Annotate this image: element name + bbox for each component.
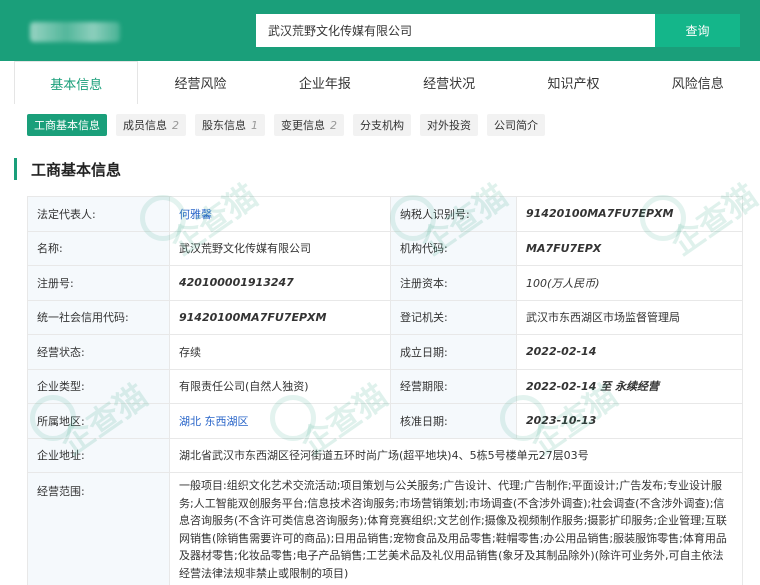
table-row: 经营范围: 一般项目:组织文化艺术交流活动;项目策划与公关服务;广告设计、代理;…: [27, 472, 743, 585]
table-row: 经营状态: 存续 成立日期: 2022-02-14: [27, 334, 743, 370]
subtab-branches[interactable]: 分支机构: [353, 114, 411, 136]
reg-no-label: 注册号:: [27, 265, 170, 301]
subtab-shareholders[interactable]: 股东信息 1: [195, 114, 265, 136]
reg-authority-value: 武汉市东西湖区市场监督管理局: [516, 299, 743, 335]
sub-tabs: 工商基本信息 成员信息 2 股东信息 1 变更信息 2 分支机构 对外投资 公司简介: [27, 114, 545, 138]
scope-value: 一般项目:组织文化艺术交流活动;项目策划与公关服务;广告设计、代理;广告制作;平…: [169, 472, 743, 585]
org-code-label: 机构代码:: [390, 230, 517, 266]
credit-code-label: 统一社会信用代码:: [27, 299, 170, 335]
region-value[interactable]: 湖北 东西湖区: [169, 403, 391, 439]
legal-rep-label: 法定代表人:: [27, 196, 170, 232]
approval-date-label: 核准日期:: [390, 403, 517, 439]
name-value: 武汉荒野文化传媒有限公司: [169, 230, 391, 266]
business-info-table: 法定代表人: 何雅馨 纳税人识别号: 91420100MA7FU7EPXM 名称…: [27, 196, 743, 585]
term-value: 2022-02-14 至 永续经营: [516, 368, 743, 404]
address-label: 企业地址:: [27, 437, 170, 473]
reg-no-text: 420100001913247: [179, 276, 294, 290]
tab-basic-info[interactable]: 基本信息: [14, 61, 139, 104]
credit-code-text: 91420100MA7FU7EPXM: [179, 310, 327, 324]
org-code-value: MA7FU7EPX: [516, 230, 743, 266]
table-row: 企业地址: 湖北省武汉市东西湖区径河街道五环时尚广场(超平地块)4、5栋5号楼单…: [27, 437, 743, 473]
subtab-company-profile[interactable]: 公司简介: [487, 114, 545, 136]
term-label: 经营期限:: [390, 368, 517, 404]
subtab-investments[interactable]: 对外投资: [420, 114, 478, 136]
credit-code-value: 91420100MA7FU7EPXM: [169, 299, 391, 335]
taxpayer-id-value: 91420100MA7FU7EPXM: [516, 196, 743, 232]
subtab-count: 2: [330, 118, 337, 132]
type-label: 企业类型:: [27, 368, 170, 404]
region-label: 所属地区:: [27, 403, 170, 439]
subtab-business-basic-info[interactable]: 工商基本信息: [27, 114, 107, 136]
table-row: 所属地区: 湖北 东西湖区 核准日期: 2023-10-13: [27, 403, 743, 439]
legal-rep-value[interactable]: 何雅馨: [169, 196, 391, 232]
reg-capital-text: 100(万人民币): [526, 276, 600, 290]
subtab-label: 分支机构: [360, 119, 404, 132]
subtab-label: 对外投资: [427, 119, 471, 132]
tab-business-risk[interactable]: 经营风险: [138, 61, 263, 103]
taxpayer-id-text: 91420100MA7FU7EPXM: [526, 207, 674, 221]
search-button[interactable]: 查询: [655, 14, 740, 47]
reg-no-value: 420100001913247: [169, 265, 391, 301]
tab-risk-info[interactable]: 风险信息: [635, 61, 760, 103]
section-title: 工商基本信息: [14, 158, 121, 180]
table-row: 企业类型: 有限责任公司(自然人独资) 经营期限: 2022-02-14 至 永…: [27, 368, 743, 404]
table-row: 统一社会信用代码: 91420100MA7FU7EPXM 登记机关: 武汉市东西…: [27, 299, 743, 335]
subtab-count: 2: [172, 118, 179, 132]
top-header: 查询: [0, 0, 760, 61]
main-tabs: 基本信息 经营风险 企业年报 经营状况 知识产权 风险信息: [14, 61, 760, 104]
est-date-label: 成立日期:: [390, 334, 517, 370]
search-input[interactable]: [256, 14, 656, 47]
status-label: 经营状态:: [27, 334, 170, 370]
reg-capital-value: 100(万人民币): [516, 265, 743, 301]
reg-capital-label: 注册资本:: [390, 265, 517, 301]
table-row: 名称: 武汉荒野文化传媒有限公司 机构代码: MA7FU7EPX: [27, 230, 743, 266]
term-text: 2022-02-14 至 永续经营: [526, 380, 660, 394]
site-logo[interactable]: [30, 22, 120, 42]
subtab-label: 变更信息: [281, 119, 325, 132]
tab-intellectual-property[interactable]: 知识产权: [511, 61, 636, 103]
taxpayer-id-label: 纳税人识别号:: [390, 196, 517, 232]
scope-label: 经营范围:: [27, 472, 170, 585]
subtab-members[interactable]: 成员信息 2: [116, 114, 186, 136]
est-date-text: 2022-02-14: [526, 345, 597, 359]
subtab-label: 公司简介: [494, 119, 538, 132]
approval-date-text: 2023-10-13: [526, 414, 597, 428]
subtab-count: 1: [251, 118, 258, 132]
address-value: 湖北省武汉市东西湖区径河街道五环时尚广场(超平地块)4、5栋5号楼单元27层03…: [169, 437, 743, 473]
subtab-label: 成员信息: [123, 119, 167, 132]
name-label: 名称:: [27, 230, 170, 266]
subtab-label: 工商基本信息: [34, 119, 100, 132]
reg-authority-label: 登记机关:: [390, 299, 517, 335]
table-row: 注册号: 420100001913247 注册资本: 100(万人民币): [27, 265, 743, 301]
subtab-changes[interactable]: 变更信息 2: [274, 114, 344, 136]
subtab-label: 股东信息: [202, 119, 246, 132]
est-date-value: 2022-02-14: [516, 334, 743, 370]
tab-business-status[interactable]: 经营状况: [387, 61, 512, 103]
type-value: 有限责任公司(自然人独资): [169, 368, 391, 404]
region-link[interactable]: 湖北 东西湖区: [179, 415, 249, 428]
approval-date-value: 2023-10-13: [516, 403, 743, 439]
table-row: 法定代表人: 何雅馨 纳税人识别号: 91420100MA7FU7EPXM: [27, 196, 743, 232]
org-code-text: MA7FU7EPX: [526, 241, 602, 255]
status-value: 存续: [169, 334, 391, 370]
tab-annual-report[interactable]: 企业年报: [262, 61, 388, 103]
legal-rep-link[interactable]: 何雅馨: [179, 208, 212, 221]
